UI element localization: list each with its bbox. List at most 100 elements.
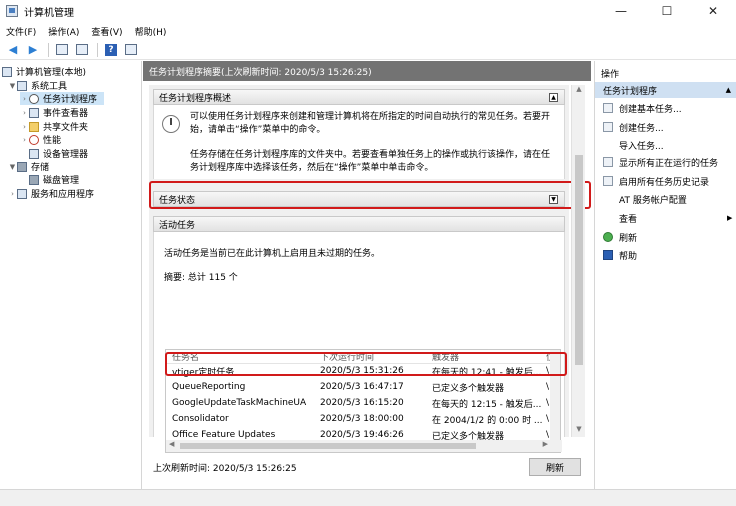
tree-item-device-manager[interactable]: 设备管理器 (29, 147, 88, 160)
minimize-button[interactable]: — (598, 0, 644, 22)
table-row[interactable]: Consolidator 2020/5/3 18:00:00 在 2004/1/… (166, 412, 552, 426)
cell-trigger: 在每天的 12:15 - 触发后... (432, 399, 542, 410)
title-bar: 计算机管理 — ☐ ✕ (0, 0, 736, 22)
tree-item-label: 设备管理器 (43, 150, 89, 160)
tree-item-storage[interactable]: ▼ 存储 (8, 160, 49, 173)
table-horizontal-scrollbar[interactable]: ◀ ▶ (166, 440, 562, 452)
tree-item-root[interactable]: 计算机管理(本地) (2, 65, 86, 78)
close-button[interactable]: ✕ (690, 0, 736, 22)
tree-item-shared-folders[interactable]: › 共享文件夹 (20, 120, 88, 133)
back-button[interactable]: ◀ (4, 42, 22, 58)
cell-trigger: 在 2004/1/2 的 0:00 时 ... (432, 415, 543, 426)
actions-pane: 操作 任务计划程序 ▲ 创建基本任务... 创建任务... 导入任务... 显示… (594, 61, 736, 489)
menu-action[interactable]: 操作(A) (48, 25, 79, 38)
action-label: 创建任务... (619, 123, 664, 134)
chevron-down-icon[interactable]: ▼ (8, 163, 17, 171)
overview-paragraph-2: 任务存储在任务计划程序库的文件夹中。若要查看单独任务上的操作或执行该操作，请在任… (190, 150, 551, 173)
menu-view[interactable]: 查看(V) (91, 25, 122, 38)
cell-next-run: 2020/5/3 19:46:26 (320, 430, 404, 440)
tree-item-event-viewer[interactable]: › 事件查看器 (20, 106, 88, 119)
show-hide-tree-button[interactable] (73, 42, 91, 58)
action-import-task[interactable]: 导入任务... (603, 138, 664, 152)
tree-item-task-scheduler[interactable]: › 任务计划程序 (20, 92, 104, 105)
services-icon (17, 188, 27, 199)
help-icon (603, 250, 613, 260)
action-enable-history[interactable]: 启用所有任务历史记录 (603, 174, 709, 188)
menu-bar: 文件(F) 操作(A) 查看(V) 帮助(H) (0, 22, 736, 40)
storage-icon (17, 161, 27, 172)
action-refresh[interactable]: 刷新 (603, 230, 637, 244)
section-title: 活动任务 (159, 220, 196, 231)
action-label: 刷新 (619, 233, 638, 244)
action-pane-icon (125, 44, 137, 55)
toolbar: ◀ ▶ ? (0, 40, 736, 60)
clock-icon (29, 93, 39, 104)
collapse-icon[interactable]: ▲ (549, 93, 558, 102)
help-button[interactable]: ? (102, 42, 120, 58)
section-title: 任务计划程序概述 (159, 93, 232, 104)
tree-item-system-tools[interactable]: ▼ 系统工具 (8, 79, 67, 92)
scroll-right-icon[interactable]: ▶ (543, 440, 548, 448)
toolbar-separator (97, 42, 98, 57)
actions-title: 操作 (601, 70, 620, 80)
history-icon (603, 176, 613, 186)
menu-help[interactable]: 帮助(H) (135, 25, 167, 38)
action-create-basic-task[interactable]: 创建基本任务... (603, 101, 682, 115)
chevron-right-icon[interactable]: › (20, 123, 29, 131)
menu-file[interactable]: 文件(F) (6, 25, 36, 38)
refresh-button[interactable]: 刷新 (529, 458, 581, 476)
cell-trigger: 已定义多个触发器 (432, 383, 505, 394)
annotation-box-task-status (149, 181, 591, 209)
action-at-service-config[interactable]: AT 服务帐户配置 (603, 192, 687, 206)
chevron-right-icon[interactable]: › (8, 190, 17, 198)
action-create-task[interactable]: 创建任务... (603, 120, 664, 134)
annotation-box-vtiger-task (165, 352, 567, 376)
event-viewer-icon (29, 107, 39, 118)
scroll-down-icon[interactable]: ▼ (572, 425, 586, 437)
chevron-right-icon[interactable]: › (20, 95, 29, 103)
tree-item-disk-management[interactable]: 磁盘管理 (29, 173, 79, 186)
cell-task-name: GoogleUpdateTaskMachineUA (172, 398, 307, 408)
cell-task-name: QueueReporting (172, 382, 246, 392)
scroll-left-icon[interactable]: ◀ (169, 440, 174, 448)
action-show-running-tasks[interactable]: 显示所有正在运行的任务 (603, 155, 718, 169)
status-bar (0, 489, 736, 506)
overview-section-header[interactable]: 任务计划程序概述 ▲ (153, 89, 565, 105)
tree-item-services[interactable]: › 服务和应用程序 (8, 187, 94, 200)
blank-icon (603, 194, 613, 204)
tools-icon (17, 80, 27, 91)
chevron-right-icon[interactable]: › (20, 136, 29, 144)
scroll-thumb[interactable] (180, 443, 476, 449)
show-action-pane-button[interactable] (122, 42, 140, 58)
tree-item-label: 任务计划程序 (43, 95, 98, 105)
scroll-up-icon[interactable]: ▲ (572, 85, 586, 97)
up-folder-button[interactable] (53, 42, 71, 58)
scroll-thumb[interactable] (575, 155, 583, 365)
tree-item-performance[interactable]: › 性能 (20, 133, 61, 146)
action-help[interactable]: 帮助 (603, 248, 637, 262)
submenu-arrow-icon: ▶ (727, 214, 733, 222)
running-tasks-icon (603, 157, 613, 167)
actions-group-task-scheduler[interactable]: 任务计划程序 ▲ (595, 82, 736, 98)
folder-icon (29, 121, 39, 132)
cell-task-name: Office Feature Updates (172, 430, 276, 440)
table-row[interactable]: QueueReporting 2020/5/3 16:47:17 已定义多个触发… (166, 380, 552, 394)
action-view[interactable]: 查看 ▶ (603, 211, 732, 225)
active-tasks-summary: 摘要: 总计 115 个 (164, 273, 238, 283)
active-tasks-section-header[interactable]: 活动任务 (153, 216, 565, 232)
chevron-down-icon[interactable]: ▼ (8, 82, 17, 90)
blank-icon (603, 213, 613, 223)
cell-next-run: 2020/5/3 16:15:20 (320, 398, 404, 408)
maximize-button[interactable]: ☐ (644, 0, 690, 22)
collapse-icon[interactable]: ▲ (726, 86, 731, 94)
forward-button[interactable]: ▶ (24, 42, 42, 58)
tree-item-label: 磁盘管理 (43, 176, 80, 186)
window-controls: — ☐ ✕ (598, 0, 736, 22)
cell-task-name: Consolidator (172, 414, 229, 424)
action-label: 启用所有任务历史记录 (619, 177, 710, 188)
table-row[interactable]: GoogleUpdateTaskMachineUA 2020/5/3 16:15… (166, 396, 552, 410)
main-vertical-scrollbar[interactable]: ▲ ▼ (571, 85, 585, 437)
info-icon (162, 115, 180, 133)
summary-header: 任务计划程序摘要(上次刷新时间: 2020/5/3 15:26:25) (143, 61, 591, 81)
chevron-right-icon[interactable]: › (20, 109, 29, 117)
